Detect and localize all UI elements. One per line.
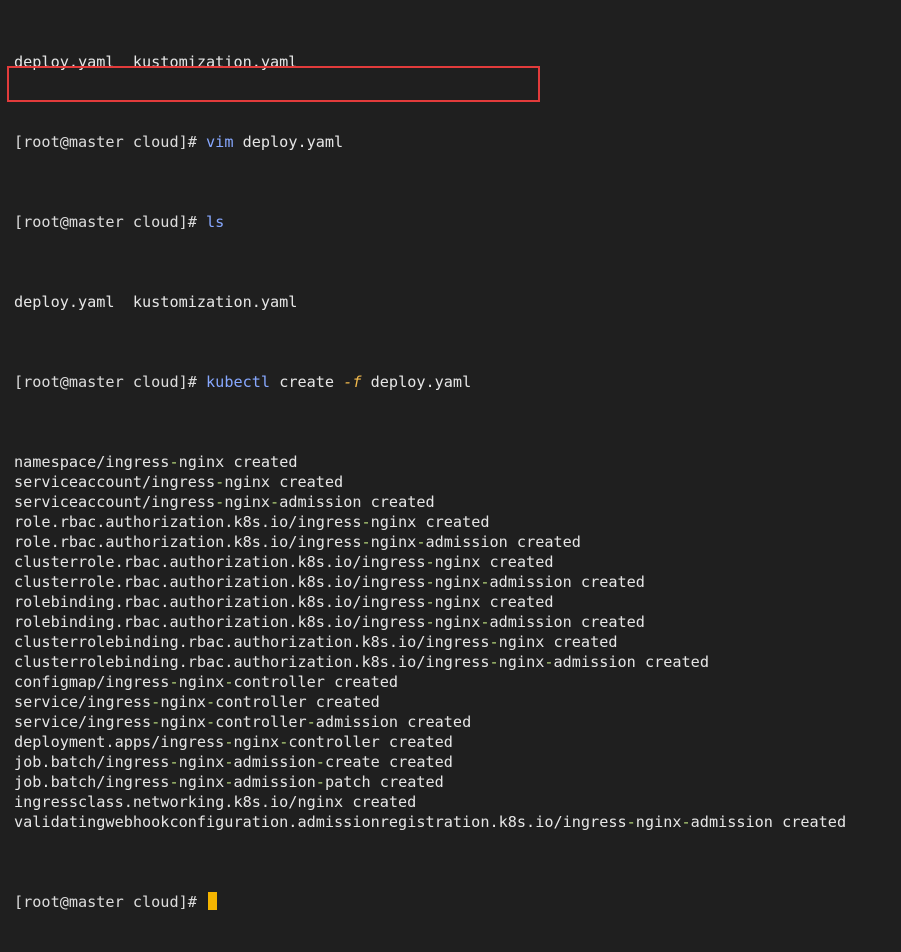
kubectl-output-line: role.rbac.authorization.k8s.io/ingress-n… [14,533,581,551]
terminal-cursor[interactable] [208,892,218,910]
command-args: deploy.yaml [233,133,344,151]
prompt-label: [root@master cloud]# [14,893,197,911]
terminal-final-prompt-line: [root@master cloud]# [14,892,846,912]
terminal-prompt-line-highlighted: [root@master cloud]# kubectl create -f d… [14,372,846,392]
kubectl-output-line: job.batch/ingress-nginx-admission-patch … [14,773,444,791]
kubectl-output-line: clusterrolebinding.rbac.authorization.k8… [14,653,709,671]
terminal-lines: deploy.yaml kustomization.yaml [root@mas… [14,0,846,952]
kubectl-output-line: rolebinding.rbac.authorization.k8s.io/in… [14,613,645,631]
kubectl-output-line: serviceaccount/ingress-nginx-admission c… [14,493,435,511]
prompt-text: [root@master cloud]# [14,213,197,231]
command-args: create [270,373,344,391]
prompt-label: [root@master cloud]# [14,133,197,151]
kubectl-output-line: clusterrolebinding.rbac.authorization.k8… [14,633,618,651]
kubectl-output-line: clusterrole.rbac.authorization.k8s.io/in… [14,553,554,571]
command-name: ls [206,213,225,231]
terminal-prompt-line: [root@master cloud]# ls [14,212,846,232]
kubectl-output-line: rolebinding.rbac.authorization.k8s.io/in… [14,593,554,611]
kubectl-output-line: ingressclass.networking.k8s.io/nginx cre… [14,793,417,811]
kubectl-output-line: validatingwebhookconfiguration.admission… [14,813,847,831]
command-name: vim [206,133,234,151]
kubectl-output-line: deployment.apps/ingress-nginx-controller… [14,733,453,751]
prompt-text: [root@master cloud]# [14,133,197,151]
kubectl-output-line: job.batch/ingress-nginx-admission-create… [14,753,453,771]
terminal-output-line: deploy.yaml kustomization.yaml [14,293,298,311]
prompt-text: [root@master cloud]# [14,893,197,911]
kubectl-output-line: service/ingress-nginx-controller created [14,693,380,711]
kubectl-output-line: serviceaccount/ingress-nginx created [14,473,344,491]
terminal-prompt-line: [root@master cloud]# vim deploy.yaml [14,132,846,152]
kubectl-output-line: namespace/ingress-nginx created [14,453,298,471]
kubectl-output-line: service/ingress-nginx-controller-admissi… [14,713,472,731]
kubectl-output: namespace/ingress-nginx created serviceac… [14,452,846,832]
prompt-label: [root@master cloud]# [14,213,197,231]
command-name: kubectl [206,373,271,391]
kubectl-output-line: clusterrole.rbac.authorization.k8s.io/in… [14,573,645,591]
terminal-window[interactable]: deploy.yaml kustomization.yaml [root@mas… [0,0,901,911]
command-highlight-box [7,66,540,102]
command-flag: -f [343,373,362,391]
kubectl-output-line: role.rbac.authorization.k8s.io/ingress-n… [14,513,490,531]
command-args: deploy.yaml [361,373,472,391]
prompt-label: [root@master cloud]# [14,373,197,391]
kubectl-output-line: configmap/ingress-nginx-controller creat… [14,673,399,691]
prompt-text: [root@master cloud]# [14,373,197,391]
